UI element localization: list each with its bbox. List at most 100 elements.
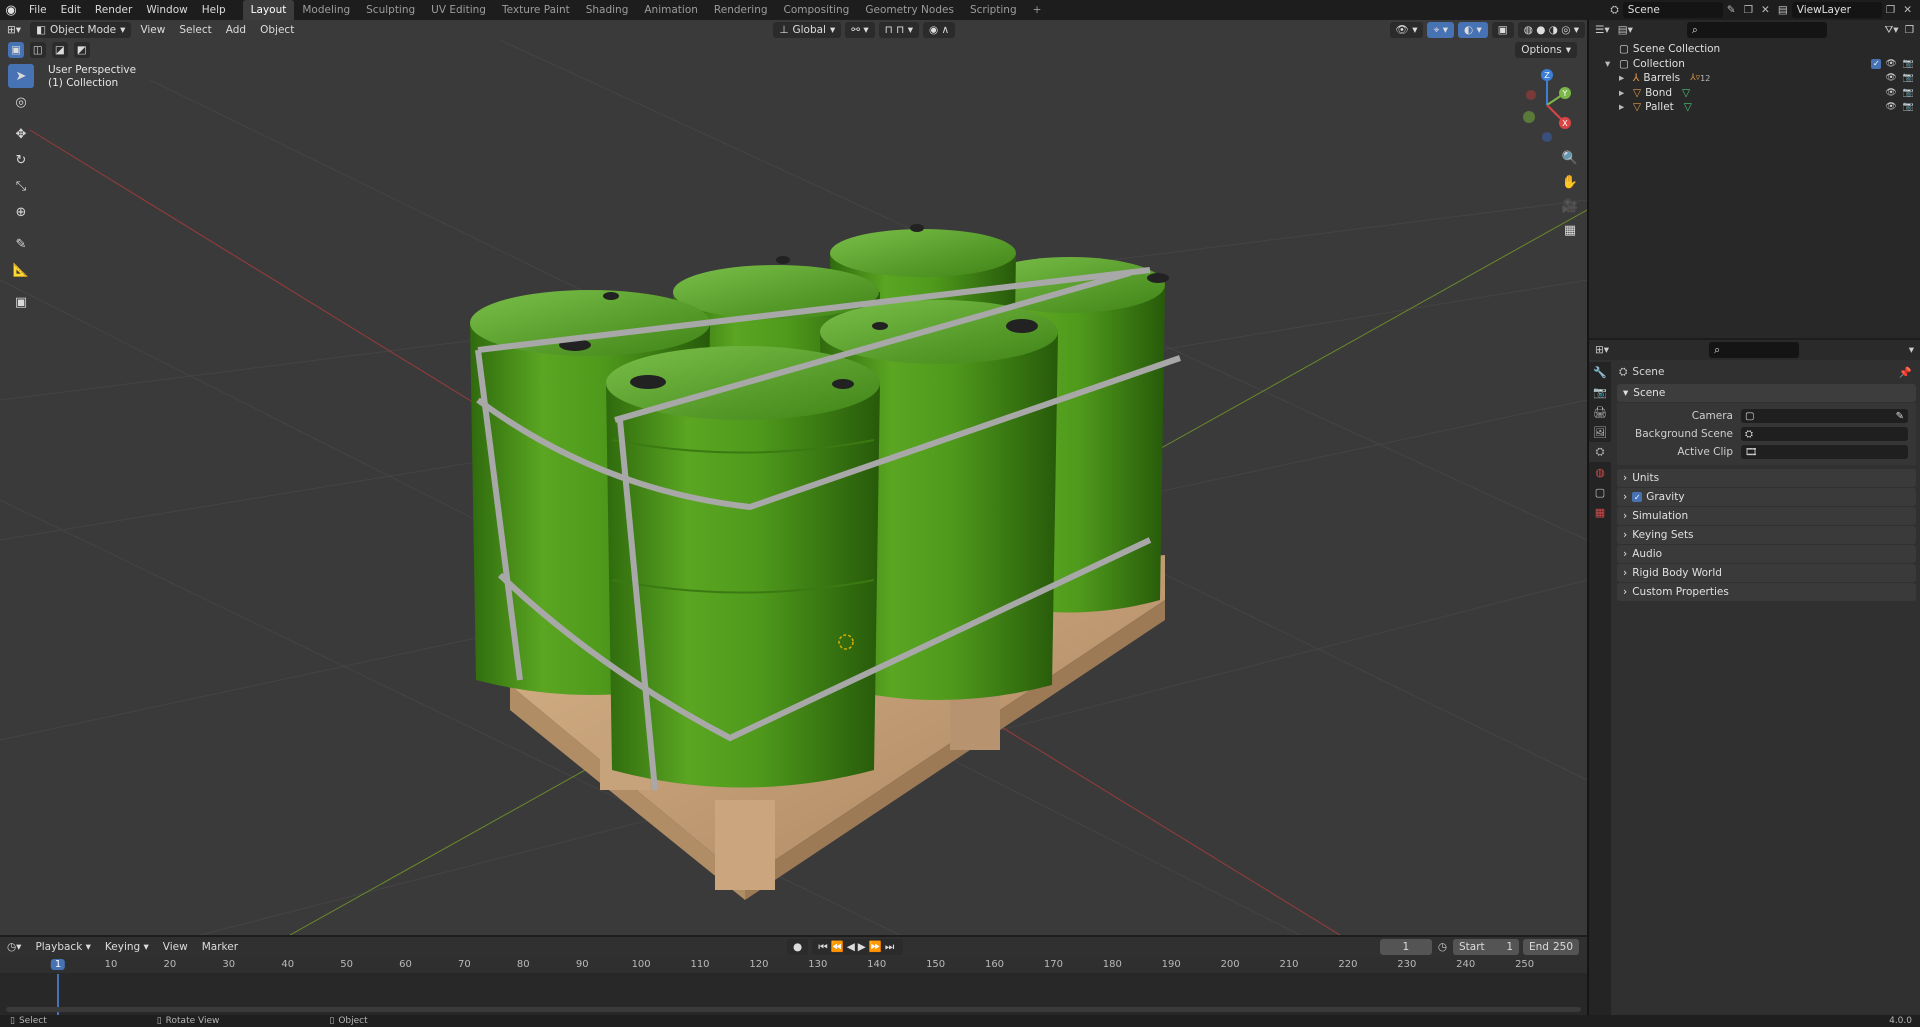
- new-scene-icon[interactable]: ❐: [1744, 4, 1753, 16]
- filter-icon[interactable]: ⛛▾: [1884, 24, 1898, 37]
- chevron-down-icon[interactable]: ▾: [1605, 58, 1619, 70]
- select-invert-icon[interactable]: ◩: [73, 42, 90, 58]
- viewport-menu-object[interactable]: Object: [253, 20, 301, 40]
- tab-scripting[interactable]: Scripting: [962, 0, 1025, 20]
- menu-help[interactable]: Help: [195, 0, 233, 20]
- preview-range-icon[interactable]: ◷: [1438, 941, 1447, 953]
- snap-toggle[interactable]: ⊓ ⊓ ▾: [878, 22, 919, 38]
- panel-scene[interactable]: ▾ Scene: [1617, 384, 1916, 402]
- shading-modes[interactable]: ◍ ● ◑ ◎ ▾: [1517, 22, 1585, 38]
- visibility-eye-icon[interactable]: 👁: [1885, 73, 1896, 83]
- record-button[interactable]: ●: [787, 939, 809, 955]
- render-camera-icon[interactable]: 📷: [1903, 73, 1914, 83]
- properties-search-input[interactable]: ⌕: [1709, 342, 1800, 358]
- delete-scene-icon[interactable]: ✕: [1761, 4, 1770, 16]
- world-tab-icon[interactable]: ◍: [1589, 462, 1611, 482]
- scene-selector[interactable]: Scene: [1622, 2, 1723, 18]
- tab-modeling[interactable]: Modeling: [294, 0, 358, 20]
- tab-compositing[interactable]: Compositing: [776, 0, 858, 20]
- menu-window[interactable]: Window: [139, 0, 194, 20]
- panel-audio[interactable]: › Audio: [1617, 545, 1916, 563]
- render-camera-icon[interactable]: 📷: [1903, 59, 1914, 69]
- chevron-right-icon[interactable]: ▸: [1619, 87, 1633, 99]
- view-layer-selector[interactable]: ViewLayer: [1791, 2, 1882, 18]
- tab-uv-editing[interactable]: UV Editing: [423, 0, 494, 20]
- view-layer-tab-icon[interactable]: 🖼: [1589, 422, 1611, 442]
- delete-view-layer-icon[interactable]: ✕: [1903, 4, 1912, 16]
- area-divider[interactable]: [1587, 20, 1589, 1015]
- end-frame-field[interactable]: End 250: [1523, 939, 1579, 955]
- new-view-layer-icon[interactable]: ❐: [1886, 4, 1895, 16]
- playback-controls[interactable]: ⏮⏪◀▶⏩⏭: [812, 939, 904, 955]
- editor-type-icon[interactable]: ◷▾: [0, 937, 28, 957]
- visibility-icon[interactable]: 👁 ▾: [1389, 22, 1424, 38]
- navigation-gizmo[interactable]: Z Y X: [1515, 65, 1575, 145]
- select-subtract-icon[interactable]: ◪: [51, 42, 68, 58]
- outliner-search-input[interactable]: ⌕: [1686, 22, 1827, 38]
- visibility-eye-icon[interactable]: 👁: [1885, 59, 1896, 69]
- panel-keying-sets[interactable]: › Keying Sets: [1617, 526, 1916, 544]
- scene-tab-icon[interactable]: ⛭: [1589, 442, 1611, 462]
- visibility-eye-icon[interactable]: 👁: [1885, 102, 1896, 112]
- render-camera-icon[interactable]: 📷: [1903, 102, 1914, 112]
- add-cube-tool[interactable]: ▣: [8, 290, 34, 314]
- transform-tool[interactable]: ⊕: [8, 200, 34, 224]
- outliner-row-collection[interactable]: ▾ ▢ Collection ✓ 👁 📷: [1605, 57, 1920, 72]
- render-tab-icon[interactable]: 📷: [1589, 382, 1611, 402]
- panel-gravity[interactable]: › ✓ Gravity: [1617, 488, 1916, 506]
- timeline-menu-playback[interactable]: Playback ▾: [28, 937, 97, 957]
- pan-hand-icon[interactable]: ✋: [1558, 171, 1582, 193]
- xray-toggle[interactable]: ▣: [1491, 22, 1514, 38]
- outliner-row-scene-collection[interactable]: ▢ Scene Collection: [1619, 42, 1920, 57]
- gravity-checkbox[interactable]: ✓: [1632, 492, 1643, 502]
- timeline-scrollbar[interactable]: [6, 1007, 1581, 1012]
- collection-tab-icon[interactable]: ▢: [1589, 482, 1611, 502]
- panel-custom-properties[interactable]: › Custom Properties: [1617, 583, 1916, 601]
- camera-view-icon[interactable]: 🎥: [1558, 195, 1582, 217]
- tab-layout[interactable]: Layout: [242, 0, 295, 20]
- active-clip-field[interactable]: 🎞: [1741, 445, 1908, 459]
- gizmo-toggle[interactable]: ⌖ ▾: [1427, 22, 1455, 38]
- timeline-ruler[interactable]: 1 10 20 30 40 50 60 70 80 90 100 110 120 130 140 150 160…: [0, 957, 1587, 973]
- panel-simulation[interactable]: › Simulation: [1617, 507, 1916, 525]
- menu-file[interactable]: File: [22, 0, 54, 20]
- panel-units[interactable]: › Units: [1617, 469, 1916, 487]
- outliner-row-barrels[interactable]: ▸ ⅄ Barrels ⅄▿ 12 👁 📷: [1619, 71, 1920, 86]
- mode-selector[interactable]: ◧ Object Mode ▾: [30, 22, 132, 38]
- viewport-menu-add[interactable]: Add: [219, 20, 253, 40]
- exclude-checkbox[interactable]: ✓: [1871, 58, 1882, 69]
- tab-animation[interactable]: Animation: [636, 0, 706, 20]
- overlays-toggle[interactable]: ◐ ▾: [1458, 22, 1488, 38]
- panel-rigid-body-world[interactable]: › Rigid Body World: [1617, 564, 1916, 582]
- tool-tab-icon[interactable]: 🔧: [1589, 362, 1611, 382]
- timeline-menu-keying[interactable]: Keying ▾: [98, 937, 156, 957]
- proportional-edit-toggle[interactable]: ◉ ∧: [923, 22, 956, 38]
- eyedropper-icon[interactable]: ✎: [1896, 411, 1904, 422]
- chevron-right-icon[interactable]: ▸: [1619, 72, 1633, 84]
- select-box-tool[interactable]: ➤: [8, 64, 34, 88]
- tab-texture-paint[interactable]: Texture Paint: [494, 0, 578, 20]
- chevron-right-icon[interactable]: ▸: [1619, 101, 1633, 113]
- zoom-icon[interactable]: 🔍: [1558, 147, 1582, 169]
- select-new-icon[interactable]: ▣: [8, 42, 24, 58]
- pin-icon[interactable]: ✎: [1727, 4, 1736, 16]
- current-frame-field[interactable]: 1: [1379, 939, 1432, 955]
- move-tool[interactable]: ✥: [8, 122, 34, 146]
- output-tab-icon[interactable]: 🖨: [1589, 402, 1611, 422]
- start-frame-field[interactable]: Start 1: [1453, 939, 1519, 955]
- viewport-menu-view[interactable]: View: [133, 20, 172, 40]
- timeline-menu-view[interactable]: View: [156, 937, 195, 957]
- select-extend-icon[interactable]: ◫: [29, 42, 46, 58]
- rotate-tool[interactable]: ↻: [8, 148, 34, 172]
- render-camera-icon[interactable]: 📷: [1903, 88, 1914, 98]
- pin-icon[interactable]: 📌: [1899, 366, 1912, 379]
- editor-type-icon[interactable]: ⊞▾: [0, 20, 28, 40]
- visibility-eye-icon[interactable]: 👁: [1885, 88, 1896, 98]
- display-mode-icon[interactable]: ▤▾: [1618, 24, 1633, 36]
- tab-sculpting[interactable]: Sculpting: [358, 0, 423, 20]
- annotate-tool[interactable]: ✎: [8, 232, 34, 256]
- texture-tab-icon[interactable]: ▦: [1589, 502, 1611, 522]
- scale-tool[interactable]: ⤡: [8, 174, 34, 198]
- tab-rendering[interactable]: Rendering: [706, 0, 776, 20]
- transform-orientation-selector[interactable]: ⊥ Global ▾: [773, 22, 842, 38]
